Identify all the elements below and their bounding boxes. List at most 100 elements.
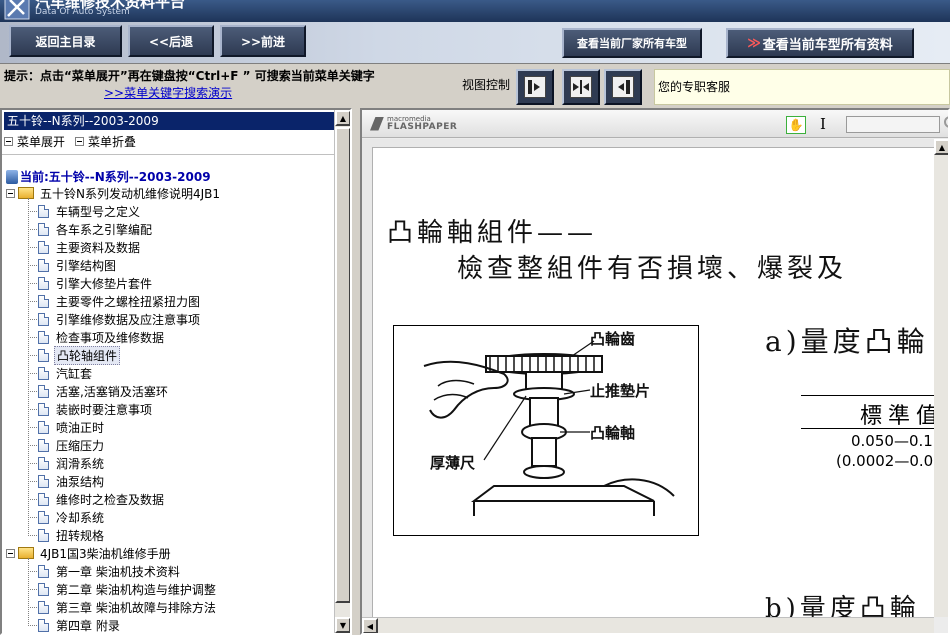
tree-connector xyxy=(28,463,37,464)
tree-item[interactable]: 主要资料及数据 xyxy=(38,238,142,256)
tree-connector xyxy=(28,265,37,266)
all-info-button[interactable]: ≫ 查看当前车型所有资料 xyxy=(726,28,914,58)
expand-menu-button[interactable]: 菜单展开 xyxy=(4,132,65,150)
tree-scroll-thumb[interactable] xyxy=(335,127,350,603)
tree-item[interactable]: 润滑系统 xyxy=(38,454,106,472)
feeler-gauge-label: 厚薄尺 xyxy=(430,454,476,472)
tree-item[interactable]: 主要零件之螺栓扭紧扭力图 xyxy=(38,292,202,310)
section-b-heading: b)量度凸輪 xyxy=(765,594,920,617)
gear-label: 凸輪齒 xyxy=(590,330,636,348)
tree-item-label: 主要零件之螺栓扭紧扭力图 xyxy=(56,294,201,309)
tree-item-label: 润滑系统 xyxy=(56,456,105,471)
tree-connector xyxy=(28,517,37,518)
tree-item[interactable]: 车辆型号之定义 xyxy=(38,202,142,220)
collapse-node-icon[interactable] xyxy=(6,188,15,198)
tree-item[interactable]: 维修时之检查及数据 xyxy=(38,490,166,508)
current-vehicle[interactable]: 当前:五十铃--N系列--2003-2009 xyxy=(6,168,211,185)
tree-item[interactable]: 检查事项及维修数据 xyxy=(38,328,166,346)
tree-item[interactable]: 第四章 附录 xyxy=(38,616,122,633)
tree-item-label: 第四章 附录 xyxy=(56,618,120,633)
tree-folder-diesel-manual[interactable]: 4JB1国3柴油机维修手册 xyxy=(6,544,173,562)
tree-item[interactable]: 喷油正时 xyxy=(38,418,106,436)
tree-item-label: 检查事项及维修数据 xyxy=(56,330,165,345)
collapse-menu-button[interactable]: 菜单折叠 xyxy=(75,132,136,150)
page-area: 凸輪軸組件—— 檢查整組件有否損壞、爆裂及 a)量度凸輪 標準值 0.050—0… xyxy=(362,139,948,617)
tree-folder-engine-manual[interactable]: 五十铃N系列发动机维修说明4JB1 xyxy=(6,184,222,202)
document-icon xyxy=(38,402,49,416)
forward-button[interactable]: >>前进 xyxy=(220,25,306,57)
home-button[interactable]: 返回主目录 xyxy=(9,25,122,57)
hint-bar: 提示：点击“菜单展开”再在键盘按“Ctrl+F ” 可搜索当前菜单关键字 >>菜… xyxy=(0,64,950,108)
tree-item[interactable]: 引擎维修数据及应注意事项 xyxy=(38,310,202,328)
collapse-node-icon[interactable] xyxy=(6,548,15,558)
tree-item[interactable]: 冷却系统 xyxy=(38,508,106,526)
tree-item[interactable]: 油泵结构 xyxy=(38,472,106,490)
document-icon xyxy=(38,276,49,290)
table-rule-top xyxy=(801,395,948,396)
tree-item-label: 第一章 柴油机技术资料 xyxy=(56,564,180,579)
tree-connector xyxy=(28,283,37,284)
tree-item[interactable]: 汽缸套 xyxy=(38,364,94,382)
camshaft-figure: 凸輪齒 止推墊片 凸輪軸 厚薄尺 xyxy=(393,325,699,536)
support-box[interactable]: 您的专职客服 xyxy=(654,69,950,105)
tree-connector xyxy=(28,589,37,590)
view-left-button[interactable] xyxy=(516,69,554,105)
tree-item-label: 装嵌时要注意事项 xyxy=(56,402,153,417)
tree-item-label: 主要资料及数据 xyxy=(56,240,141,255)
viewer-scroll-left-arrow-icon[interactable]: ◀ xyxy=(362,618,378,633)
tree-item[interactable]: 引擎结构图 xyxy=(38,256,118,274)
tree-item-label: 第三章 柴油机故障与排除方法 xyxy=(56,600,216,615)
document-icon xyxy=(38,564,49,578)
document-icon xyxy=(38,420,49,434)
maker-models-button[interactable]: 查看当前厂家所有车型 xyxy=(562,28,702,58)
tree-item-label: 第二章 柴油机构造与维护调整 xyxy=(56,582,216,597)
search-hint-text: 提示：点击“菜单展开”再在键盘按“Ctrl+F ” 可搜索当前菜单关键字 xyxy=(4,69,375,83)
tree-scrollbar[interactable]: ▲ ▼ xyxy=(334,110,350,633)
tree-item[interactable]: 凸轮轴组件 xyxy=(38,345,121,365)
document-icon xyxy=(38,312,49,326)
tree-connector xyxy=(28,301,37,302)
tree-connector xyxy=(28,247,37,248)
tree-item-label: 各车系之引擎编配 xyxy=(56,222,153,237)
document-page: 凸輪軸組件—— 檢查整組件有否損壞、爆裂及 a)量度凸輪 標準值 0.050—0… xyxy=(372,147,948,617)
view-right-button[interactable] xyxy=(604,69,642,105)
tree-item[interactable]: 第二章 柴油机构造与维护调整 xyxy=(38,580,218,598)
tree-connector xyxy=(28,337,37,338)
document-icon xyxy=(38,384,49,398)
folder-label: 4JB1国3柴油机维修手册 xyxy=(40,546,171,561)
tree-item[interactable]: 第三章 柴油机故障与排除方法 xyxy=(38,598,218,616)
tree-item[interactable]: 装嵌时要注意事项 xyxy=(38,400,154,418)
flashpaper-logo: macromedia FLASHPAPER xyxy=(370,115,457,132)
tree-item[interactable]: 活塞,活塞销及活塞环 xyxy=(38,382,170,400)
view-split-button[interactable] xyxy=(562,69,600,105)
tree-guide xyxy=(28,558,29,626)
tree-connector xyxy=(28,607,37,608)
viewer-horizontal-scrollbar[interactable]: ◀ xyxy=(362,617,934,633)
tree-item[interactable]: 压缩压力 xyxy=(38,436,106,454)
tree-item-label: 扭转规格 xyxy=(56,528,105,543)
tree-item[interactable]: 第一章 柴油机技术资料 xyxy=(38,562,182,580)
panel-splitter[interactable] xyxy=(352,108,360,635)
tree-item[interactable]: 引擎大修垫片套件 xyxy=(38,274,154,292)
tree-item-label: 汽缸套 xyxy=(56,366,93,381)
tree-connector xyxy=(28,427,37,428)
document-icon xyxy=(38,330,49,344)
tree-item[interactable]: 扭转规格 xyxy=(38,526,106,544)
document-icon xyxy=(38,528,49,542)
back-button[interactable]: <<后退 xyxy=(128,25,214,57)
tree-header: 五十铃--N系列--2003-2009 xyxy=(4,112,334,130)
search-demo-link[interactable]: >>菜单关键字搜索演示 xyxy=(104,84,232,101)
scroll-up-arrow-icon[interactable]: ▲ xyxy=(335,110,350,126)
current-vehicle-label: 当前:五十铃--N系列--2003-2009 xyxy=(20,170,211,184)
tree-connector xyxy=(28,445,37,446)
search-icon[interactable] xyxy=(944,116,948,128)
tree-item[interactable]: 各车系之引擎编配 xyxy=(38,220,154,238)
hand-tool-icon[interactable]: ✋ xyxy=(786,116,806,134)
viewer-vertical-scrollbar[interactable]: ▲ xyxy=(934,139,948,617)
viewer-scroll-up-arrow-icon[interactable]: ▲ xyxy=(934,139,948,155)
tree-connector xyxy=(28,481,37,482)
find-input[interactable] xyxy=(846,116,940,133)
standard-value-in: (0.0002—0.00 xyxy=(836,452,943,470)
scroll-down-arrow-icon[interactable]: ▼ xyxy=(335,617,350,633)
text-select-tool[interactable]: I xyxy=(820,115,826,133)
